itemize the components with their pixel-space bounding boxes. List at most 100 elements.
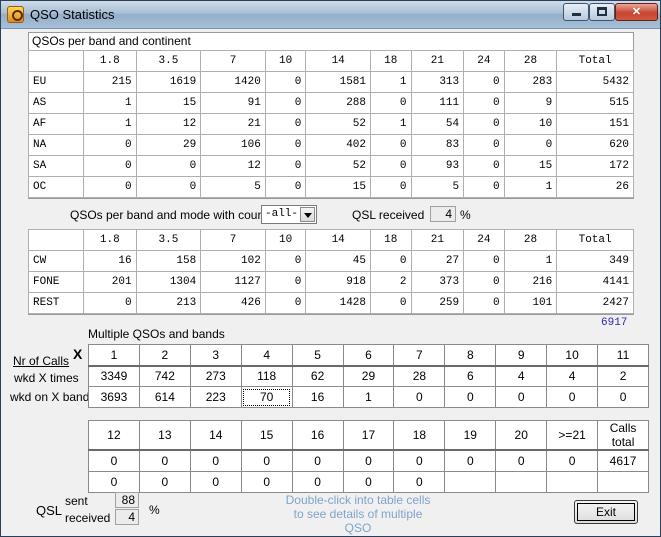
mode-table[interactable]: 1.8 3.5 7 10 14 18 21 24 28 Total CW 16 158 102 0 45 0 27… [28,229,634,314]
count-cell[interactable]: 9 [503,92,558,114]
count-cell[interactable]: 1 [370,113,412,135]
bands-cell[interactable]: 0 [495,386,548,408]
count-cell[interactable]: 1 [503,176,558,198]
times-cell[interactable]: 0 [342,449,395,472]
bands-cell[interactable]: 0 [240,470,293,493]
count-cell[interactable]: 0 [264,292,307,314]
count-cell[interactable]: 15 [135,92,202,114]
times-cell[interactable]: 29 [342,365,395,387]
count-cell[interactable]: 45 [305,250,371,272]
count-cell[interactable]: 0 [135,155,202,177]
count-cell[interactable]: 91 [200,92,266,114]
times-cell[interactable]: 742 [138,365,191,387]
times-cell[interactable]: 0 [393,449,446,472]
count-cell[interactable]: 0 [463,92,505,114]
bands-cell[interactable]: 16 [291,386,344,408]
times-cell[interactable]: 6 [444,365,497,387]
times-cell[interactable]: 0 [495,449,548,472]
count-cell[interactable]: 0 [463,176,505,198]
count-cell[interactable]: 0 [264,250,307,272]
count-cell[interactable]: 213 [135,292,202,314]
count-cell[interactable]: 0 [83,155,137,177]
count-cell[interactable]: 259 [410,292,465,314]
count-cell[interactable]: 313 [410,71,465,93]
count-cell[interactable]: 0 [463,113,505,135]
count-cell[interactable]: 215 [83,71,137,93]
bands-cell[interactable]: 0 [291,470,344,493]
times-cell[interactable]: 28 [393,365,446,387]
count-cell[interactable]: 349 [556,250,634,272]
count-cell[interactable]: 83 [410,134,465,156]
count-cell[interactable]: 0 [370,134,412,156]
count-cell[interactable]: 402 [305,134,371,156]
count-cell[interactable]: 15 [305,176,371,198]
maximize-button[interactable] [589,3,615,21]
times-cell[interactable]: 0 [546,449,599,472]
count-cell[interactable]: 1 [503,250,558,272]
count-cell[interactable]: 0 [83,134,137,156]
count-cell[interactable]: 1581 [305,71,371,93]
count-cell[interactable]: 10 [503,113,558,135]
bands-cell[interactable] [495,470,548,493]
count-cell[interactable]: 1 [83,113,137,135]
count-cell[interactable]: 0 [264,71,307,93]
count-cell[interactable]: 5 [410,176,465,198]
bands-cell[interactable]: 223 [189,386,242,408]
count-cell[interactable]: 216 [503,271,558,293]
count-cell[interactable]: 21 [200,113,266,135]
count-cell[interactable]: 1304 [135,271,202,293]
times-cell[interactable]: 0 [291,449,344,472]
count-cell[interactable]: 0 [264,113,307,135]
bands-cell[interactable]: 0 [189,470,242,493]
close-button[interactable]: ✕ [615,3,658,21]
count-cell[interactable]: 373 [410,271,465,293]
count-cell[interactable]: 1 [370,71,412,93]
bands-cell[interactable]: 614 [138,386,191,408]
bands-cell[interactable]: 0 [138,470,191,493]
count-cell[interactable]: 106 [200,134,266,156]
count-cell[interactable]: 0 [264,92,307,114]
count-cell[interactable]: 426 [200,292,266,314]
count-cell[interactable]: 0 [370,92,412,114]
count-cell[interactable]: 201 [83,271,137,293]
count-cell[interactable]: 0 [264,176,307,198]
count-cell[interactable]: 1619 [135,71,202,93]
times-cell[interactable]: 273 [189,365,242,387]
times-cell[interactable]: 0 [138,449,191,472]
times-cell[interactable]: 4617 [597,449,649,472]
times-cell[interactable]: 0 [444,449,497,472]
count-cell[interactable]: 26 [556,176,634,198]
count-cell[interactable]: 151 [556,113,634,135]
bands-cell[interactable] [444,470,497,493]
bands-cell[interactable]: 0 [393,386,446,408]
country-select[interactable]: -all- [261,205,317,224]
count-cell[interactable]: 0 [83,176,137,198]
minimize-button[interactable] [563,3,589,21]
count-cell[interactable]: 111 [410,92,465,114]
title-bar[interactable]: QSO Statistics ✕ [1,1,660,29]
bands-cell[interactable]: 0 [597,386,649,408]
times-cell[interactable]: 0 [88,449,140,472]
count-cell[interactable]: 93 [410,155,465,177]
chevron-down-icon[interactable] [300,207,315,222]
count-cell[interactable]: 0 [463,271,505,293]
count-cell[interactable]: 288 [305,92,371,114]
count-cell[interactable]: 12 [200,155,266,177]
count-cell[interactable]: 1 [83,92,137,114]
bands-cell[interactable]: 0 [88,470,140,493]
count-cell[interactable]: 2 [370,271,412,293]
bands-cell[interactable] [546,470,599,493]
count-cell[interactable]: 5 [200,176,266,198]
times-cell[interactable]: 3349 [88,365,140,387]
count-cell[interactable]: 1420 [200,71,266,93]
count-cell[interactable]: 0 [370,250,412,272]
times-cell[interactable]: 4 [495,365,548,387]
bands-cell[interactable]: 0 [444,386,497,408]
times-cell[interactable]: 62 [291,365,344,387]
bands-cell[interactable]: 3693 [88,386,140,408]
count-cell[interactable]: 0 [264,155,307,177]
bands-cell[interactable]: 0 [546,386,599,408]
count-cell[interactable]: 27 [410,250,465,272]
count-cell[interactable]: 0 [370,176,412,198]
bands-cell[interactable]: 1 [342,386,395,408]
